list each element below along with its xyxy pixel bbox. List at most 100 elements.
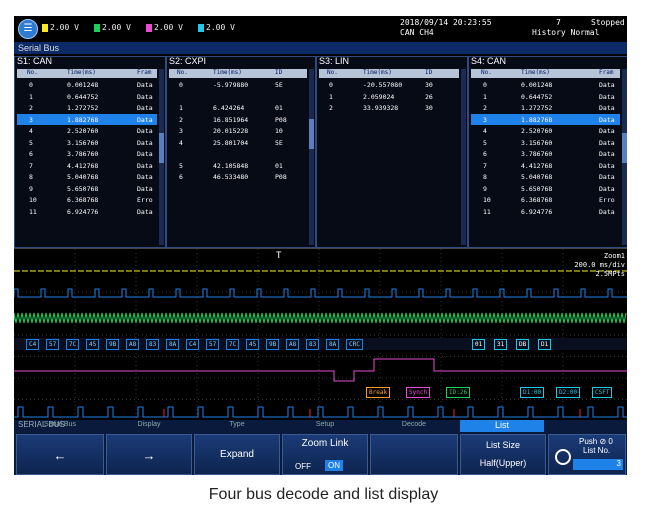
list-panel-3[interactable]: S3: LIN No. Time(ms) ID 0 -20.557080 30 1 2.0590… [316, 56, 468, 248]
table-row[interactable]: 1 0.644752 Data [471, 91, 620, 102]
list-no-value[interactable]: 3 [573, 459, 623, 470]
table-cell: 3.786760 [67, 150, 99, 158]
table-cell: 2.520760 [67, 127, 99, 135]
table-row[interactable] [169, 91, 307, 102]
table-row[interactable]: 5 3.156760 Data [17, 137, 157, 148]
menu-icon[interactable]: ☰ [18, 19, 38, 39]
list-number-knob[interactable]: Push ⊘ 0 List No. 3 [548, 434, 626, 475]
table-cell: 5.040768 [67, 173, 99, 181]
table-row[interactable]: 5 3.156760 Data [471, 137, 620, 148]
table-cell: Data [137, 173, 153, 181]
scrollbar[interactable] [159, 69, 164, 245]
scrollbar-thumb[interactable] [309, 119, 314, 149]
scrollbar-thumb[interactable] [159, 133, 164, 163]
table-cell: -20.557080 [363, 81, 403, 89]
table-row[interactable]: 6 3.786760 Data [471, 148, 620, 159]
table-cell: 2 [179, 115, 183, 124]
table-row[interactable]: 4 25.801704 5E [169, 137, 307, 148]
softkey-title: Decode [401, 421, 427, 428]
list-size-key[interactable]: List List Size Half(Upper) [460, 420, 546, 475]
table-row[interactable]: 0 -20.557080 30 [319, 79, 459, 90]
table-cell: P08 [275, 173, 287, 181]
list-panel-2[interactable]: S2: CXPI No. Time(ms) ID 0 -5.979880 5E 1 6.424… [166, 56, 316, 248]
decode-button[interactable]: Decode [370, 421, 458, 475]
ch4-scale[interactable]: 2.00 V [198, 23, 235, 32]
table-cell: Data [137, 104, 153, 112]
s4-byte-chip: 01 [472, 339, 486, 350]
zoom-link-on[interactable]: ON [325, 460, 343, 471]
table-cell: 5 [179, 161, 183, 170]
table-row[interactable]: 2 33.939328 30 [319, 102, 459, 113]
table-row[interactable]: 0 0.001248 Data [471, 79, 620, 90]
table-row[interactable]: 6 3.786760 Data [17, 148, 157, 159]
table-cell: 42.105848 [213, 161, 249, 170]
table-row[interactable]: 10 6.368768 Erro [17, 194, 157, 205]
table-row[interactable]: 8 5.040768 Data [471, 171, 620, 182]
list-size-value: Half(Upper) [479, 458, 527, 468]
table-cell: 6.924776 [521, 207, 553, 216]
table-row[interactable]: 2 16.851964 P08 [169, 114, 307, 125]
table-row[interactable]: 4 2.520760 Data [17, 125, 157, 136]
table-row[interactable]: 7 4.412768 Data [17, 160, 157, 171]
table-row[interactable]: 9 5.650768 Data [471, 183, 620, 194]
table-cell: Data [137, 115, 153, 124]
knob-icon [555, 449, 571, 465]
waveform-area: Zoom1 200.0 ms/div 2.5MPts T C4 57 7C 45 9B A… [14, 248, 627, 421]
ch3-scale[interactable]: 2.00 V [146, 23, 183, 32]
list-panel-1[interactable]: S1: CAN No. Time(ms) Fram 0 0.001248 Data 1 0.64… [14, 56, 166, 248]
top-status-bar: ☰ 2.00 V 2.00 V 2.00 V 2.00 V 2018/09/14… [14, 16, 627, 40]
table-row[interactable]: 10 6.368768 Erro [471, 194, 620, 205]
panel-title: S1: CAN [17, 56, 53, 66]
table-row[interactable]: 7 4.412768 Data [471, 160, 620, 171]
table-row[interactable]: 1 2.059024 26 [319, 91, 459, 102]
table-row[interactable]: 3 20.015228 10 [169, 125, 307, 136]
table-row[interactable]: 0 -5.979880 5E [169, 79, 307, 90]
zoom-link-off[interactable]: OFF [295, 462, 311, 471]
table-cell: 11 [29, 207, 37, 216]
scrollbar[interactable] [309, 69, 314, 245]
table-row[interactable]: 0 0.001248 Data [17, 79, 157, 90]
prev-button[interactable]: Serial Bus ← [16, 421, 104, 475]
scrollbar[interactable] [622, 69, 627, 245]
table-cell: 2.520760 [521, 127, 553, 135]
ch1-scale[interactable]: 2.00 V [42, 23, 79, 32]
table-cell: 10 [275, 127, 283, 135]
table-row[interactable]: 6 46.533480 P08 [169, 171, 307, 182]
table-row[interactable]: 9 5.650768 Data [17, 183, 157, 194]
expand-button[interactable]: Type Expand [194, 421, 280, 475]
list-size-button[interactable]: List Size Half(Upper) [460, 434, 546, 475]
s1-byte-chip: 83 [306, 339, 320, 350]
scrollbar[interactable] [461, 69, 466, 245]
table-header: No. Time(ms) Fram [471, 69, 620, 78]
table-row[interactable]: 11 6.924776 Data [471, 206, 620, 217]
column-header: Time(ms) [521, 69, 550, 76]
table-cell: 5.650768 [67, 184, 99, 193]
table-row[interactable]: 8 5.040768 Data [17, 171, 157, 182]
table-row[interactable]: 3 1.882768 Data [17, 113, 157, 125]
scrollbar-thumb[interactable] [622, 133, 627, 163]
table-cell: 1 [483, 92, 487, 101]
table-cell: Erro [137, 196, 153, 204]
table-row[interactable]: 3 1.882768 Data [471, 113, 620, 125]
zoom-link-toggle[interactable]: Setup Zoom Link OFF ON [282, 421, 368, 475]
s1-byte-chip: A8 [286, 339, 300, 350]
table-cell: Data [599, 127, 615, 135]
table-cell: 8 [483, 173, 487, 181]
table-row[interactable] [169, 148, 307, 159]
ch2-scale[interactable]: 2.00 V [94, 23, 131, 32]
table-cell: 6.368768 [67, 196, 99, 204]
column-header: Fram [599, 69, 614, 76]
table-row[interactable]: 1 6.424264 01 [169, 102, 307, 113]
table-row[interactable]: 2 1.272752 Data [471, 102, 620, 113]
table-cell: 20.015228 [213, 127, 249, 135]
table-row[interactable]: 1 0.644752 Data [17, 91, 157, 102]
list-panel-4[interactable]: S4: CAN No. Time(ms) Fram 0 0.001248 Data 1 0.64… [468, 56, 627, 248]
table-row[interactable]: 5 42.105848 01 [169, 160, 307, 171]
next-button[interactable]: Display → [106, 421, 192, 475]
table-row[interactable]: 11 6.924776 Data [17, 206, 157, 217]
table-cell: 5E [275, 81, 283, 89]
table-row[interactable]: 2 1.272752 Data [17, 102, 157, 113]
table-cell: 6.424264 [213, 104, 245, 112]
table-cell: Data [137, 161, 153, 170]
table-row[interactable]: 4 2.520760 Data [471, 125, 620, 136]
